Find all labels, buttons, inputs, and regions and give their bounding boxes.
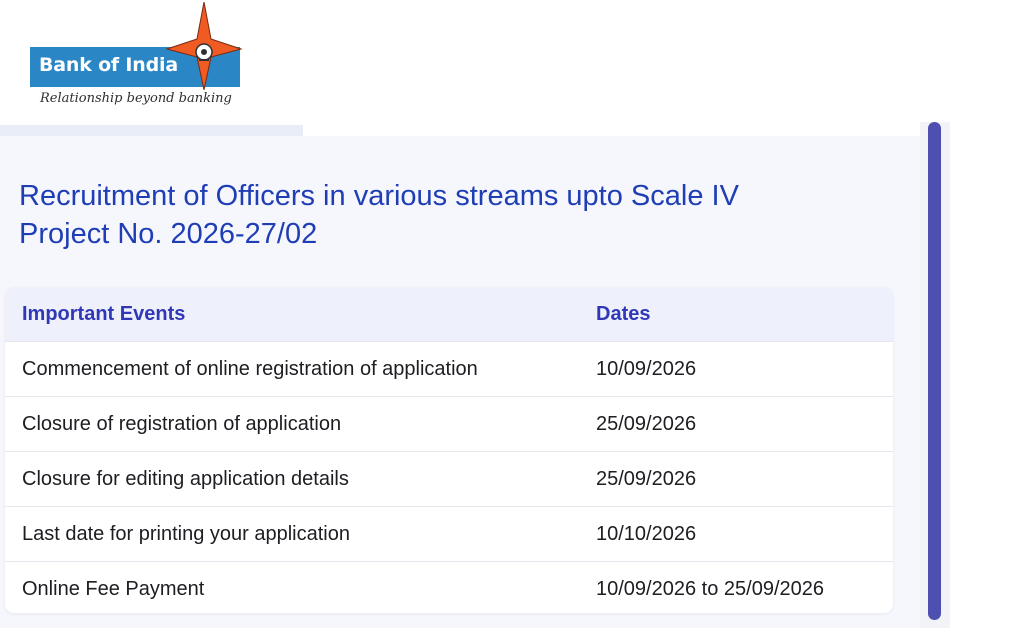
event-name: Closure for editing application details: [22, 468, 349, 490]
table-header: Important Events Dates: [5, 287, 893, 342]
table-row: Online Fee Payment 10/09/2026 to 25/09/2…: [5, 562, 893, 613]
header-divider: [0, 125, 303, 136]
star-icon: [166, 2, 242, 90]
important-events-table: Important Events Dates Commencement of o…: [5, 287, 893, 613]
event-date: 25/09/2026: [596, 468, 697, 490]
event-date: 25/09/2026: [596, 413, 697, 435]
table-row: Closure of registration of application 2…: [5, 397, 893, 452]
logo-brand-name: Bank of India: [39, 54, 178, 76]
bank-of-india-logo[interactable]: Bank of India Relationship beyond bankin…: [28, 2, 243, 114]
event-date: 10/09/2026 to 25/09/2026: [596, 578, 824, 600]
event-date: 10/10/2026: [596, 523, 697, 545]
page-title: Recruitment of Officers in various strea…: [19, 177, 899, 253]
column-header-events: Important Events: [22, 303, 186, 325]
event-name: Commencement of online registration of a…: [22, 358, 478, 380]
event-name: Closure of registration of application: [22, 413, 342, 435]
scrollbar-thumb[interactable]: [928, 122, 941, 620]
page-title-line-1: Recruitment of Officers in various strea…: [19, 180, 739, 212]
event-name: Online Fee Payment: [22, 578, 205, 600]
table-row: Closure for editing application details …: [5, 452, 893, 507]
logo-tagline: Relationship beyond banking: [40, 91, 232, 106]
page-title-line-2: Project No. 2026-27/02: [19, 218, 318, 250]
column-header-dates: Dates: [596, 303, 651, 325]
event-date: 10/09/2026: [596, 358, 697, 380]
table-row: Last date for printing your application …: [5, 507, 893, 562]
header: Bank of India Relationship beyond bankin…: [0, 0, 1024, 125]
event-name: Last date for printing your application: [22, 523, 350, 545]
table-row: Commencement of online registration of a…: [5, 342, 893, 397]
